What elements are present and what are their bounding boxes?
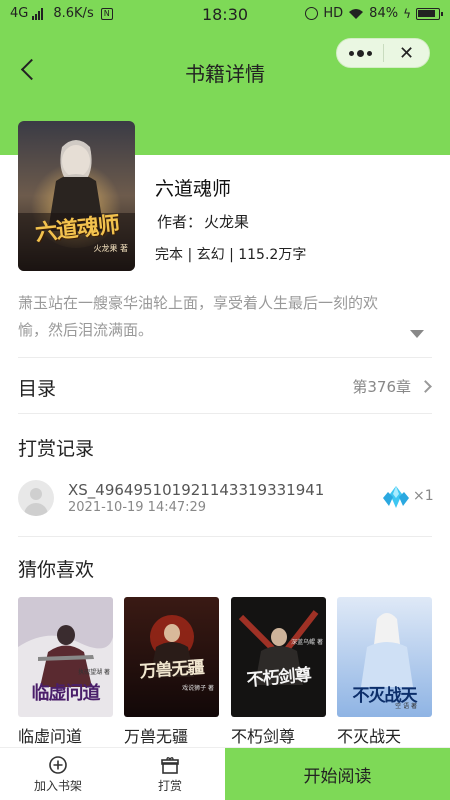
- bottom-bar: 加入书架 打赏 开始阅读: [0, 747, 450, 800]
- reward-username: XS_496495101921143319331941: [68, 481, 325, 499]
- wifi-icon: [349, 8, 364, 19]
- divider: [18, 357, 432, 358]
- recommend-cover-author: 空 语 著: [395, 703, 417, 710]
- diamond-gift-icon: [383, 486, 409, 508]
- book-title: 六道魂师: [155, 178, 232, 200]
- reward-button[interactable]: 打赏: [148, 748, 192, 800]
- charging-icon: ϟ: [403, 6, 411, 21]
- start-reading-button[interactable]: 开始阅读: [225, 748, 450, 800]
- reward-count: ×1: [413, 488, 434, 504]
- hd-label: HD: [323, 6, 344, 21]
- recommend-item[interactable]: 不朽剑尊 深蓝乌鲲 著 不朽剑尊: [231, 597, 326, 747]
- alarm-icon: [305, 7, 319, 20]
- recommend-cover-author: 戏说狮子 著: [182, 685, 214, 692]
- status-bar: 4G 8.6K/s N 18:30 HD 84% ϟ: [0, 0, 450, 30]
- recommend-title: 万兽无疆: [124, 727, 189, 746]
- battery-icon: [416, 7, 443, 20]
- gift-icon: [161, 757, 179, 774]
- reward-time: 2021-10-19 14:47:29: [68, 500, 207, 515]
- battery-percent: 84%: [369, 6, 399, 21]
- reward-label: 打赏: [157, 779, 182, 793]
- recommend-cover-title: 临虚问道: [31, 683, 101, 704]
- more-button[interactable]: [337, 39, 383, 67]
- recommend-cover-author: 执砚望湖 著: [78, 669, 110, 676]
- latest-chapter: 第376章: [352, 378, 411, 396]
- recommend-title: 不朽剑尊: [231, 727, 296, 746]
- add-to-shelf-button[interactable]: 加入书架: [28, 748, 88, 800]
- reward-record-label: 打赏记录: [18, 438, 95, 460]
- recommend-label: 猜你喜欢: [18, 559, 95, 581]
- mini-program-capsule: ✕: [336, 38, 430, 68]
- divider: [18, 413, 432, 414]
- book-meta: 完本 | 玄幻 | 115.2万字: [155, 247, 307, 263]
- author-name[interactable]: 火龙果: [204, 213, 249, 231]
- book-intro: 萧玉站在一艘豪华油轮上面，享受着人生最后一刻的欢愉，然后泪流满面。: [18, 294, 379, 339]
- recommend-title: 不灭战天: [337, 727, 402, 746]
- book-cover[interactable]: 六道魂师 火龙果 著: [18, 121, 135, 271]
- avatar: [18, 480, 54, 516]
- toc-label[interactable]: 目录: [18, 374, 56, 401]
- recommend-cover: 万兽无疆 戏说狮子 著: [124, 597, 219, 717]
- recommend-cover: 不朽剑尊 深蓝乌鲲 著: [231, 597, 326, 717]
- author-label: 作者：: [157, 213, 203, 231]
- recommend-item[interactable]: 临虚问道 执砚望湖 著 临虚问道: [18, 597, 113, 747]
- add-to-shelf-label: 加入书架: [33, 779, 82, 793]
- divider: [18, 536, 432, 537]
- book-author: 作者： 火龙果: [155, 211, 249, 232]
- expand-intro-icon[interactable]: [410, 330, 424, 338]
- close-button[interactable]: ✕: [384, 39, 429, 67]
- recommend-item[interactable]: 不灭战天 空 语 著 不灭战天: [337, 597, 432, 747]
- plus-circle-icon: [49, 756, 67, 774]
- cover-author-text: 火龙果 著: [93, 244, 128, 253]
- recommend-title: 临虚问道: [18, 727, 83, 746]
- toc-link[interactable]: 第376章: [352, 376, 432, 397]
- recommend-cover-author: 深蓝乌鲲 著: [291, 639, 323, 646]
- recommend-list: 临虚问道 执砚望湖 著 临虚问道 万兽无疆 戏说狮子 著 万兽无疆 不朽剑尊 深…: [18, 597, 432, 747]
- recommend-cover: 不灭战天 空 语 著: [337, 597, 432, 717]
- chevron-right-icon: [419, 380, 432, 393]
- recommend-cover: 临虚问道 执砚望湖 著: [18, 597, 113, 717]
- recommend-item[interactable]: 万兽无疆 戏说狮子 著 万兽无疆: [124, 597, 219, 747]
